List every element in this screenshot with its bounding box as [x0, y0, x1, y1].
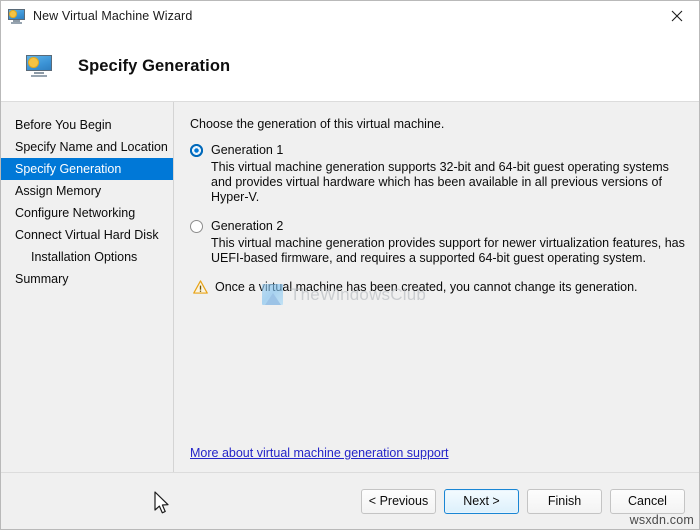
- thewindowsclub-watermark-text: TheWindowsClub: [290, 284, 427, 304]
- generation-2-description: This virtual machine generation provides…: [211, 236, 685, 265]
- title-bar: New Virtual Machine Wizard: [1, 1, 699, 31]
- finish-button[interactable]: Finish: [527, 488, 602, 514]
- generation-1-radio[interactable]: [190, 144, 203, 157]
- warning-triangle-icon: [193, 280, 208, 294]
- previous-button[interactable]: < Previous: [361, 488, 436, 514]
- generation-1-option[interactable]: Generation 1: [190, 143, 685, 157]
- next-button[interactable]: Next >: [444, 488, 519, 514]
- window-title: New Virtual Machine Wizard: [33, 9, 193, 23]
- sidebar-item-configure-networking[interactable]: Configure Networking: [1, 202, 173, 224]
- mouse-cursor-icon: [154, 491, 169, 514]
- thewindowsclub-logo-icon: [262, 284, 283, 305]
- close-button[interactable]: [654, 1, 699, 31]
- generation-2-radio[interactable]: [190, 220, 203, 233]
- generation-2-option[interactable]: Generation 2: [190, 219, 685, 233]
- wizard-body: Before You Begin Specify Name and Locati…: [1, 102, 699, 472]
- new-virtual-machine-wizard-window: New Virtual Machine Wizard Specify Gener…: [0, 0, 700, 530]
- generation-1-label[interactable]: Generation 1: [211, 143, 283, 157]
- sidebar-item-before-you-begin[interactable]: Before You Begin: [1, 114, 173, 136]
- sidebar-item-specify-generation[interactable]: Specify Generation: [1, 158, 173, 180]
- sidebar-item-connect-virtual-hard-disk[interactable]: Connect Virtual Hard Disk: [1, 224, 173, 246]
- virtual-machine-icon: [26, 55, 52, 77]
- page-title: Specify Generation: [78, 56, 231, 75]
- close-icon: [671, 10, 682, 22]
- generation-1-description: This virtual machine generation supports…: [211, 160, 669, 204]
- wsxdn-watermark: wsxdn.com: [629, 513, 694, 527]
- cancel-button[interactable]: Cancel: [610, 488, 685, 514]
- more-about-generation-link[interactable]: More about virtual machine generation su…: [190, 446, 448, 460]
- page-header: Specify Generation: [1, 31, 699, 102]
- wizard-step-list: Before You Begin Specify Name and Locati…: [1, 102, 174, 472]
- generation-2-label[interactable]: Generation 2: [211, 219, 283, 233]
- sidebar-item-summary[interactable]: Summary: [1, 268, 173, 290]
- sidebar-item-specify-name-and-location[interactable]: Specify Name and Location: [1, 136, 173, 158]
- sidebar-item-assign-memory[interactable]: Assign Memory: [1, 180, 173, 202]
- intro-text: Choose the generation of this virtual ma…: [190, 117, 445, 131]
- main-content: Choose the generation of this virtual ma…: [174, 102, 699, 472]
- button-bar: < Previous Next > Finish Cancel wsxdn.co…: [1, 472, 699, 529]
- virtual-machine-icon: [8, 8, 25, 24]
- sidebar-item-installation-options[interactable]: Installation Options: [1, 246, 173, 268]
- thewindowsclub-watermark: TheWindowsClub: [262, 284, 426, 305]
